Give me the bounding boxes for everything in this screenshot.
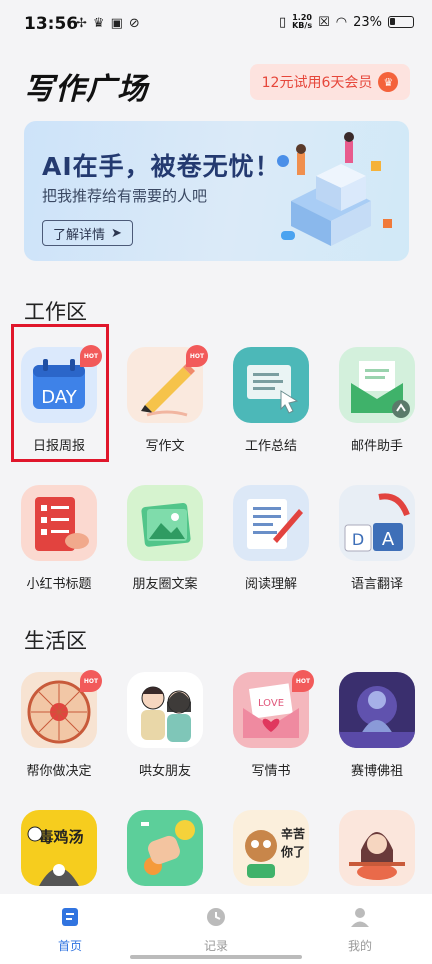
learn-more-label: 了解详情 [53, 227, 106, 243]
hot-badge: HOT [80, 670, 102, 692]
vibrate-icon: ▯ [278, 14, 287, 30]
crown-icon: ♛ [92, 16, 105, 31]
couple-icon [127, 672, 203, 748]
tile-label: 阅读理解 [244, 577, 297, 592]
thumbs-up-icon [127, 810, 203, 886]
translate-icon: DA [339, 485, 415, 561]
vip-trial-button[interactable]: 12元试用6天会员 ♛ [250, 64, 410, 100]
home-doc-icon [62, 908, 78, 926]
page-title: 写作广场 [24, 72, 148, 107]
tile-label: 语言翻译 [350, 577, 403, 592]
hot-badge: HOT [80, 345, 102, 367]
tile-label: 写作文 [145, 439, 185, 454]
tile-tired[interactable]: 辛苦 你了 [218, 810, 324, 898]
tile-love-letter[interactable]: LOVE HOT 写情书 [218, 670, 324, 779]
tile-essay[interactable]: HOT 写作文 [112, 345, 218, 454]
gesture-bar [130, 955, 302, 959]
wifi-icon: ◠ [335, 14, 348, 30]
tab-label: 记录 [203, 939, 228, 953]
tile-label: 哄女朋友 [138, 764, 191, 779]
tile-label: 工作总结 [244, 439, 297, 454]
life-section-title: 生活区 [24, 629, 87, 653]
photo-icon [127, 485, 203, 561]
work-section-title: 工作区 [24, 300, 87, 324]
svg-text:辛苦: 辛苦 [281, 826, 305, 841]
vip-label: 12元试用6天会员 [261, 75, 373, 91]
tile-label: 帮你做决定 [26, 764, 92, 779]
clock-icon [207, 908, 225, 926]
tile-label: 朋友圈文案 [132, 577, 198, 592]
tile-poison-soup[interactable]: 毒鸡汤 [6, 810, 112, 898]
phone-list-icon [21, 485, 97, 561]
tab-records[interactable]: 记录 [176, 906, 256, 954]
net-speed: 1.20 KB/s [292, 13, 313, 30]
crown-icon: ♛ [378, 72, 399, 92]
tired-raccoon-icon: 辛苦 你了 [233, 810, 309, 886]
hot-badge: HOT [186, 345, 208, 367]
fan-icon: ✢ [76, 16, 87, 31]
tile-reading[interactable]: 阅读理解 [218, 485, 324, 592]
status-time: 13:56 [24, 14, 79, 34]
svg-text:毒鸡汤: 毒鸡汤 [38, 828, 83, 846]
learn-more-button[interactable]: 了解详情 ➤ [42, 220, 133, 246]
poison-soup-icon: 毒鸡汤 [21, 810, 97, 886]
isometric-illustration [277, 132, 392, 246]
status-right: ▯ 1.20 KB/s ☒ ◠ 23% [279, 14, 414, 30]
tile-mail-assistant[interactable]: 邮件助手 [324, 347, 430, 454]
tile-decision[interactable]: HOT 帮你做决定 [6, 670, 112, 779]
cyber-buddha-icon [339, 672, 415, 748]
svg-text:你了: 你了 [280, 844, 305, 859]
tile-xhs-title[interactable]: 小红书标题 [6, 485, 112, 592]
monitor-cursor-icon [233, 347, 309, 423]
tile-noodle-girl[interactable] [324, 810, 430, 898]
leaf-icon: ⊘ [128, 16, 140, 31]
status-bar: 13:56 ✢ ♛ ▣ ⊘ ▯ 1.20 KB/s ☒ ◠ 23% [0, 0, 432, 50]
tab-mine[interactable]: 我的 [320, 906, 400, 954]
mail-envelope-icon [339, 347, 415, 423]
tab-home[interactable]: 首页 [30, 906, 110, 954]
hot-badge: HOT [292, 670, 314, 692]
tile-thumbs-up[interactable] [112, 810, 218, 898]
tile-comfort-girlfriend[interactable]: 哄女朋友 [112, 672, 218, 779]
tile-work-summary[interactable]: 工作总结 [218, 347, 324, 454]
noodle-girl-icon [339, 810, 415, 886]
tile-label: 小红书标题 [26, 577, 92, 592]
banner-headline: AI在手，被卷无忧！ [42, 152, 281, 181]
document-pen-icon [233, 485, 309, 561]
banner-subtitle: 把我推荐给有需要的人吧 [42, 187, 208, 205]
bottom-tab-bar: 首页 记录 我的 [0, 894, 432, 964]
sim-icon: ☒ [318, 14, 330, 30]
tile-translate[interactable]: DA 语言翻译 [324, 485, 430, 592]
tab-label: 首页 [57, 939, 82, 953]
battery-percent: 23% [353, 14, 382, 30]
battery-icon [388, 16, 414, 28]
app-icon: ▣ [110, 16, 123, 31]
tile-label: 邮件助手 [350, 439, 403, 454]
tile-label: 赛博佛祖 [350, 764, 403, 779]
tile-label: 写情书 [251, 764, 291, 779]
promo-banner[interactable]: AI在手，被卷无忧！ 把我推荐给有需要的人吧 了解详情 ➤ [24, 121, 409, 261]
svg-text:A: A [382, 529, 395, 550]
notification-icons: ✢ ♛ ▣ ⊘ [76, 16, 140, 31]
tab-label: 我的 [347, 939, 372, 953]
arrow-right-icon: ➤ [111, 225, 122, 241]
svg-text:D: D [352, 530, 364, 549]
svg-text:LOVE: LOVE [258, 698, 284, 709]
tile-cyber-buddha[interactable]: 赛博佛祖 [324, 672, 430, 779]
user-icon [351, 908, 369, 927]
tile-moments-copy[interactable]: 朋友圈文案 [112, 485, 218, 592]
